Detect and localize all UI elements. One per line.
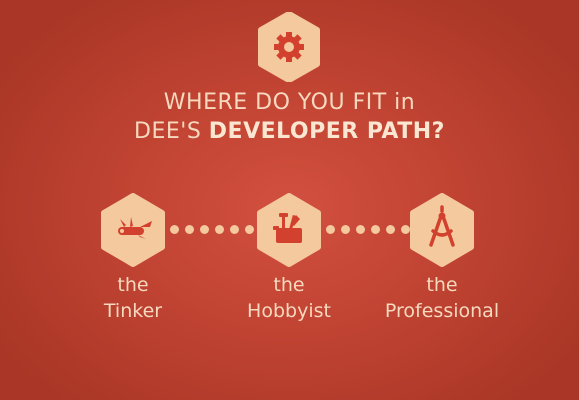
connector-dot [386, 225, 395, 234]
connector-dot [341, 225, 350, 234]
connector-dot [170, 225, 179, 234]
tinker-label-line-2: Tinker [103, 300, 163, 322]
hobbyist-label: the Hobbyist [209, 272, 369, 324]
professional-label-line-2: Professional [384, 300, 500, 322]
heading-prefix: DEE'S [134, 119, 209, 144]
connector-dot [371, 225, 380, 234]
professional-label: the Professional [362, 272, 522, 324]
connector-dot [326, 225, 335, 234]
connector-dot [401, 225, 410, 234]
heading-line-2: DEE'S DEVELOPER PATH? [0, 119, 579, 144]
tinker-label-line-1: the [117, 274, 149, 296]
heading-line-1: WHERE DO YOU FIT in [163, 90, 416, 115]
tinker-hexagon [100, 193, 166, 267]
heading-bold: DEVELOPER PATH? [208, 119, 445, 144]
hobbyist-label-line-2: Hobbyist [247, 300, 331, 322]
connector-dot [200, 225, 209, 234]
professional-hexagon [409, 193, 475, 267]
connector-dot [230, 225, 239, 234]
gear-hexagon [257, 12, 321, 82]
tinker-label: the Tinker [53, 272, 213, 324]
gear-icon [274, 32, 304, 62]
connector-dots-1 [170, 225, 254, 234]
connector-dot [215, 225, 224, 234]
connector-dot [185, 225, 194, 234]
hobbyist-label-line-1: the [273, 274, 305, 296]
connector-dots-2 [326, 225, 410, 234]
hobbyist-hexagon [256, 193, 322, 267]
professional-label-line-1: the [426, 274, 458, 296]
connector-dot [245, 225, 254, 234]
connector-dot [356, 225, 365, 234]
